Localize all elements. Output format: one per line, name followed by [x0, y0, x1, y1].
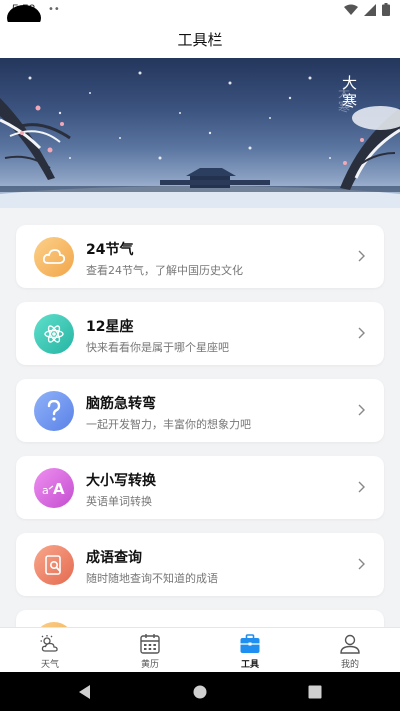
atom-icon: [34, 314, 74, 354]
tab-label: 我的: [340, 660, 359, 670]
tool-card-solar-terms[interactable]: 24节气 查看24节气，了解中国历史文化: [16, 225, 384, 288]
system-nav-bar: [0, 672, 400, 711]
snow-scene-illustration: [0, 71, 400, 208]
chevron-right-icon: [358, 558, 365, 570]
signal-icon: [364, 3, 376, 16]
banner-image: 大寒 大寒: [0, 58, 400, 208]
tool-card-zodiac[interactable]: 12星座 快来看看你是属于哪个星座吧: [16, 302, 384, 365]
tab-profile[interactable]: 我的: [300, 628, 400, 672]
tool-subtitle: 快来看看你是属于哪个星座吧: [86, 341, 229, 354]
tab-weather[interactable]: 天气: [0, 628, 100, 672]
calendar-icon: [140, 634, 160, 654]
notification-dots: ••: [48, 4, 60, 15]
tool-title: 12星座: [86, 319, 134, 335]
home-icon[interactable]: [192, 684, 208, 700]
letter-case-icon: aA: [34, 468, 74, 508]
tab-label: 天气: [40, 660, 59, 670]
status-bar: 5:52 ••: [0, 0, 400, 31]
profile-icon: [340, 634, 360, 654]
page-title: 工具栏: [177, 31, 223, 49]
tab-label: 工具: [240, 660, 259, 670]
tool-subtitle: 一起开发智力，丰富你的想象力吧: [86, 418, 251, 431]
tool-subtitle: 随时随地查询不知道的成语: [86, 572, 218, 585]
chevron-right-icon: [358, 327, 365, 339]
back-icon[interactable]: [77, 684, 93, 700]
weather-icon: [40, 635, 58, 652]
tab-label: 黄历: [140, 660, 159, 670]
bottom-tab-bar: 天气 黄历 工具 我的: [0, 627, 400, 672]
status-icons: [344, 3, 390, 16]
svg-text:a: a: [42, 484, 49, 497]
tab-tools[interactable]: 工具: [200, 628, 300, 672]
cloud-icon: [34, 237, 74, 277]
title-bar: 工具栏: [0, 22, 400, 58]
banner-title: 大寒: [342, 74, 358, 110]
svg-text:A: A: [53, 480, 65, 497]
chevron-right-icon: [358, 481, 365, 493]
toolbox-icon: [240, 634, 260, 653]
question-icon: [34, 391, 74, 431]
tool-subtitle: 英语单词转换: [86, 495, 152, 508]
tool-subtitle: 查看24节气，了解中国历史文化: [86, 264, 243, 277]
battery-icon: [382, 3, 390, 16]
tool-title: 大小写转换: [86, 473, 156, 489]
tool-card-idioms[interactable]: 成语查询 随时随地查询不知道的成语: [16, 533, 384, 596]
tool-card-riddles[interactable]: 脑筋急转弯 一起开发智力，丰富你的想象力吧: [16, 379, 384, 442]
tool-title: 24节气: [86, 242, 134, 258]
tool-title: 脑筋急转弯: [86, 396, 156, 412]
recents-icon[interactable]: [307, 684, 323, 700]
chevron-right-icon: [358, 250, 365, 262]
chevron-right-icon: [358, 404, 365, 416]
tab-almanac[interactable]: 黄历: [100, 628, 200, 672]
tool-card-case-convert[interactable]: aA 大小写转换 英语单词转换: [16, 456, 384, 519]
wifi-icon: [344, 4, 358, 15]
tool-title: 成语查询: [86, 550, 142, 566]
search-book-icon: [34, 545, 74, 585]
